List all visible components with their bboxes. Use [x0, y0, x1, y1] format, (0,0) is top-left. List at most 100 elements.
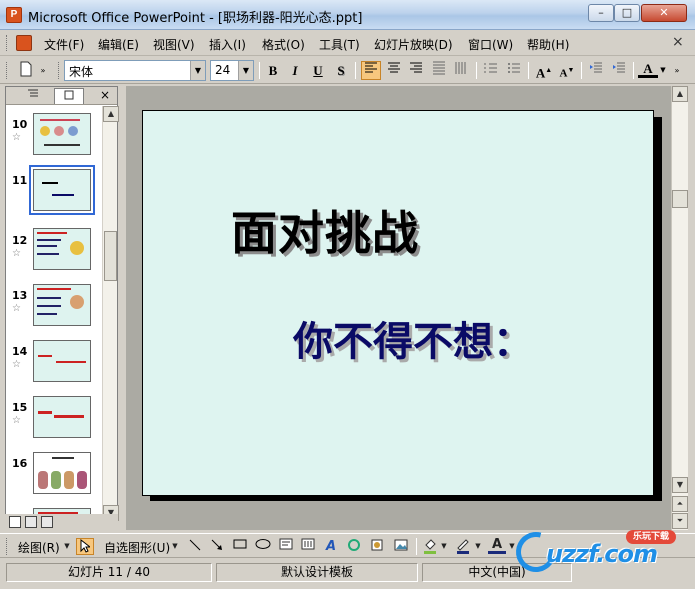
- slide-number: 14: [12, 345, 28, 358]
- select-objects-button[interactable]: [76, 538, 94, 555]
- star-icon: ☆: [12, 132, 21, 143]
- picture-icon[interactable]: [392, 538, 410, 555]
- toolbar-grip[interactable]: [6, 538, 9, 555]
- toolbar-options-icon[interactable]: »: [672, 61, 682, 80]
- slide-number: 15: [12, 401, 28, 414]
- chevron-down-icon[interactable]: ▼: [659, 61, 667, 80]
- bold-button[interactable]: B: [263, 61, 283, 80]
- increase-font-button[interactable]: A▲: [534, 61, 554, 80]
- wordart-icon[interactable]: A: [322, 538, 340, 555]
- close-window-button[interactable]: ✕: [641, 4, 687, 22]
- font-color-draw-icon[interactable]: A: [488, 538, 506, 554]
- tab-outline[interactable]: [18, 88, 48, 104]
- diagram-icon[interactable]: [345, 538, 363, 555]
- previous-slide-button[interactable]: ⏶: [672, 496, 688, 512]
- thumb-decoration: [37, 245, 57, 247]
- font-size-select[interactable]: 24 ▼: [210, 60, 254, 81]
- slide-scrollbar[interactable]: ▲ ▼ ⏶ ⏷: [671, 86, 688, 530]
- slide-subtitle[interactable]: 你不得不想：: [293, 309, 533, 367]
- slide-thumbnail-15[interactable]: [33, 396, 91, 438]
- menu-view[interactable]: 视图(V): [153, 36, 195, 53]
- scroll-up-button[interactable]: ▲: [672, 86, 688, 102]
- tab-slides[interactable]: [54, 88, 84, 104]
- design-template[interactable]: 默认设计模板: [216, 563, 418, 582]
- draw-menu-button[interactable]: 绘图(R): [18, 539, 60, 556]
- thumb-decoration: [38, 471, 48, 489]
- toolbar-options-icon[interactable]: »: [38, 61, 48, 80]
- numbering-button[interactable]: [481, 61, 501, 80]
- thumb-decoration: [40, 119, 80, 121]
- menu-format[interactable]: 格式(O): [262, 36, 305, 53]
- slide-sorter-icon[interactable]: [25, 516, 37, 528]
- menu-tools[interactable]: 工具(T): [319, 36, 360, 53]
- scroll-up-button[interactable]: ▲: [103, 106, 119, 122]
- clipart-icon[interactable]: [368, 538, 386, 555]
- increase-indent-button[interactable]: [609, 61, 629, 80]
- textbox-tool-button[interactable]: [277, 538, 295, 555]
- slides-pane: × 10 ☆ 11 12 ☆ 13 ☆ 14 ☆ 15 ☆ 16 ▲ ▼: [5, 86, 119, 530]
- powerpoint-icon[interactable]: P: [6, 7, 22, 23]
- font-color-button[interactable]: A: [638, 61, 658, 78]
- toolbar-grip-2[interactable]: [58, 62, 61, 79]
- underline-button[interactable]: U: [308, 61, 328, 80]
- decrease-font-button[interactable]: A▼: [557, 61, 577, 80]
- slide-thumbnail-13[interactable]: [33, 284, 91, 326]
- oval-tool-button[interactable]: [254, 538, 272, 555]
- maximize-button[interactable]: □: [614, 4, 640, 22]
- close-pane-button[interactable]: ×: [100, 88, 110, 102]
- slide-thumbnail-11[interactable]: [29, 165, 95, 215]
- chevron-down-icon[interactable]: ▼: [238, 61, 253, 80]
- slide-number: 11: [12, 174, 28, 187]
- chevron-down-icon[interactable]: ▼: [474, 538, 482, 555]
- font-name-select[interactable]: 宋体 ▼: [64, 60, 206, 81]
- chevron-down-icon[interactable]: ▼: [170, 538, 180, 555]
- line-tool-button[interactable]: [186, 538, 204, 555]
- site-watermark: 乐玩下载 uzzf.com: [508, 524, 688, 580]
- thumb-decoration: [38, 411, 52, 414]
- vertical-textbox-icon: [301, 538, 315, 550]
- decrease-indent-button[interactable]: [586, 61, 606, 80]
- bullets-button[interactable]: [504, 61, 524, 80]
- slide-title[interactable]: 面对挑战: [231, 197, 419, 263]
- menu-file[interactable]: 文件(F): [44, 36, 84, 53]
- menu-help[interactable]: 帮助(H): [527, 36, 569, 53]
- italic-button[interactable]: I: [285, 61, 305, 80]
- current-slide[interactable]: 面对挑战 你不得不想：: [142, 110, 654, 496]
- menu-edit[interactable]: 编辑(E): [98, 36, 139, 53]
- rectangle-tool-button[interactable]: [231, 538, 249, 555]
- chevron-down-icon[interactable]: ▼: [440, 538, 448, 555]
- vertical-textbox-button[interactable]: [299, 538, 317, 555]
- menu-insert[interactable]: 插入(I): [209, 36, 246, 53]
- menu-grip[interactable]: [6, 35, 9, 51]
- align-left-button[interactable]: [361, 61, 381, 80]
- document-icon[interactable]: [16, 35, 32, 51]
- slide-thumbnail-14[interactable]: [33, 340, 91, 382]
- fill-color-icon[interactable]: [421, 538, 439, 555]
- close-document-button[interactable]: ×: [672, 34, 684, 50]
- arrow-tool-button[interactable]: [208, 538, 226, 555]
- autoshapes-button[interactable]: 自选图形(U): [104, 539, 170, 556]
- scrollbar-thumb[interactable]: [104, 231, 117, 281]
- align-right-button[interactable]: [406, 61, 426, 80]
- normal-view-icon[interactable]: [9, 516, 21, 528]
- new-document-icon[interactable]: [16, 61, 36, 80]
- menu-slideshow[interactable]: 幻灯片放映(D): [374, 36, 453, 53]
- scroll-down-button[interactable]: ▼: [672, 477, 688, 493]
- thumbnails-scrollbar[interactable]: ▲ ▼: [102, 106, 119, 522]
- slideshow-icon[interactable]: [41, 516, 53, 528]
- minimize-button[interactable]: –: [588, 4, 614, 22]
- thumb-decoration: [54, 415, 84, 418]
- chevron-down-icon[interactable]: ▼: [190, 61, 205, 80]
- chevron-down-icon[interactable]: ▼: [62, 538, 72, 555]
- vertical-text-button[interactable]: [451, 61, 471, 80]
- scrollbar-thumb[interactable]: [672, 190, 688, 208]
- slide-thumbnail-10[interactable]: [33, 113, 91, 155]
- toolbar-grip[interactable]: [6, 62, 9, 79]
- justify-button[interactable]: [429, 61, 449, 80]
- shadow-button[interactable]: S: [331, 61, 351, 80]
- menu-window[interactable]: 窗口(W): [468, 36, 513, 53]
- line-color-icon[interactable]: [454, 538, 472, 555]
- slide-thumbnail-12[interactable]: [33, 228, 91, 270]
- align-center-button[interactable]: [384, 61, 404, 80]
- slide-thumbnail-16[interactable]: [33, 452, 91, 494]
